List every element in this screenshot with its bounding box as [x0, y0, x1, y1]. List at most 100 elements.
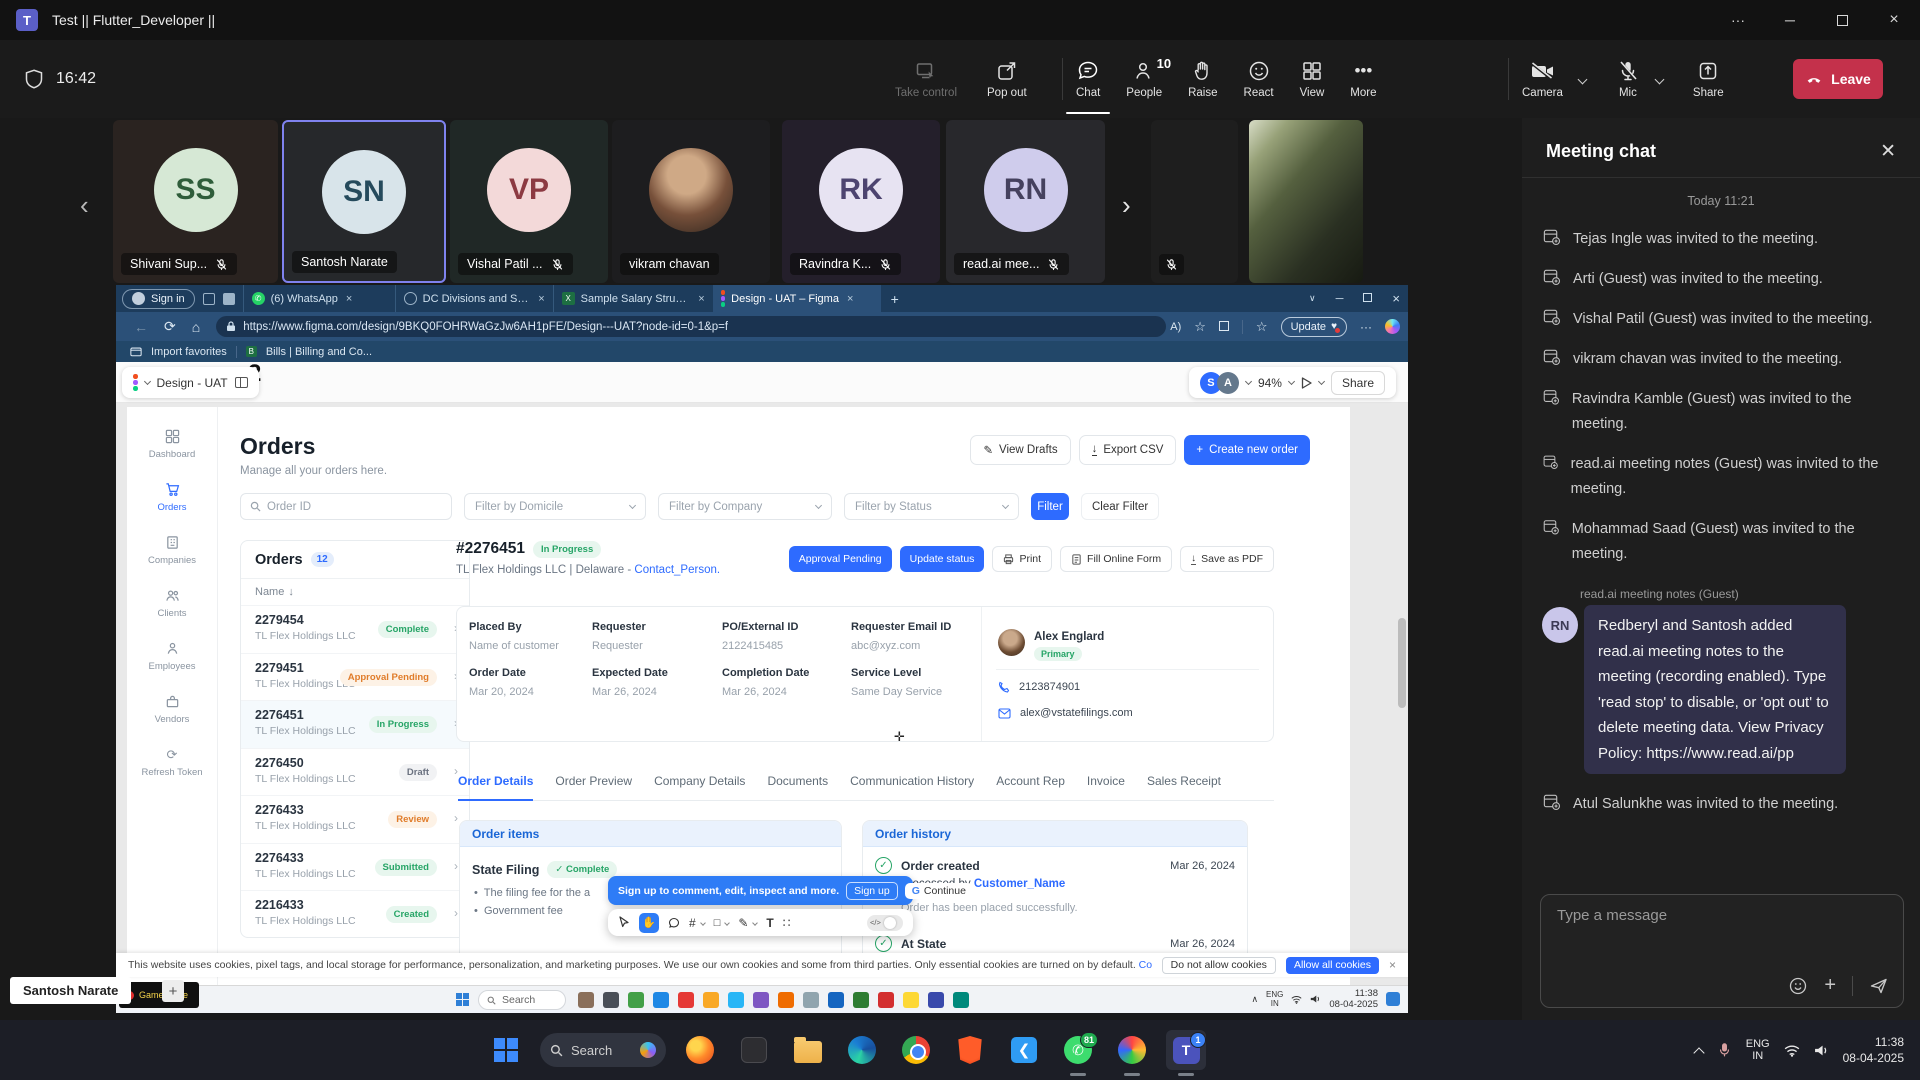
camera-options-chevron[interactable]	[1577, 74, 1587, 84]
shared-taskbar-icon[interactable]	[953, 992, 969, 1008]
canvas-scrollbar[interactable]	[1398, 618, 1406, 708]
tray-expand-icon[interactable]	[1693, 1047, 1704, 1058]
taskbar-edge-icon[interactable]	[842, 1030, 882, 1070]
customer-name-link[interactable]: Customer_Name	[974, 878, 1065, 890]
taskbar-app-icon[interactable]	[734, 1030, 774, 1070]
vertical-tabs-icon[interactable]	[223, 293, 235, 305]
refresh-icon[interactable]: ⟳	[164, 318, 176, 335]
update-status-button[interactable]: Update status	[900, 546, 985, 572]
taskbar-file-explorer-icon[interactable]	[788, 1030, 828, 1070]
shared-taskbar-icon[interactable]	[878, 992, 894, 1008]
taskbar-whatsapp-icon[interactable]: ✆81	[1058, 1030, 1098, 1070]
mic-button[interactable]: Mic	[1616, 40, 1640, 118]
tab-order-preview[interactable]: Order Preview	[555, 768, 632, 800]
shared-start-button[interactable]	[456, 993, 469, 1006]
sign-up-button[interactable]: Sign up	[846, 882, 898, 900]
browser-minimize-icon[interactable]: ─	[1336, 293, 1344, 305]
shared-taskbar-icon[interactable]	[578, 992, 594, 1008]
tab-close-icon[interactable]: ×	[698, 293, 704, 305]
tab-company-details[interactable]: Company Details	[654, 768, 745, 800]
contact-email[interactable]: alex@vstatefilings.com	[1020, 707, 1133, 719]
shared-taskbar-icon[interactable]	[703, 992, 719, 1008]
tab-documents[interactable]: Documents	[767, 768, 828, 800]
shared-taskbar-icon[interactable]	[778, 992, 794, 1008]
collaborators-chevron[interactable]	[1245, 377, 1252, 384]
text-tool-icon[interactable]: T	[766, 916, 773, 930]
tab-order-details[interactable]: Order Details	[458, 768, 533, 801]
browser-menu-icon[interactable]: ···	[1360, 320, 1372, 334]
language-indicator[interactable]: ENGIN	[1746, 1038, 1770, 1062]
chat-input-box[interactable]: +	[1540, 894, 1904, 1008]
shared-notification-icon[interactable]	[1386, 992, 1400, 1006]
leave-button[interactable]: Leave	[1793, 59, 1883, 99]
wifi-icon[interactable]	[1784, 1044, 1800, 1057]
pen-tool-icon[interactable]: ✎	[738, 916, 748, 930]
zoom-chevron[interactable]	[1288, 377, 1295, 384]
camera-button[interactable]: Camera	[1522, 40, 1563, 118]
shared-taskbar-icon[interactable]	[678, 992, 694, 1008]
filter-domicile-select[interactable]: Filter by Domicile	[464, 493, 646, 520]
sidebar-item-dashboard[interactable]: Dashboard	[127, 429, 217, 460]
move-tool-icon[interactable]	[618, 916, 630, 929]
browser-tab[interactable]: DC Divisions and Surroundings×	[395, 285, 553, 312]
shared-taskbar-icon[interactable]	[603, 992, 619, 1008]
strip-prev-arrow[interactable]: ‹	[80, 190, 89, 221]
sidebar-item-clients[interactable]: Clients	[127, 588, 217, 619]
bookmark-label[interactable]: Bills | Billing and Co...	[266, 346, 372, 358]
order-row[interactable]: 2279451TL Flex Holdings LLC Approval Pen…	[241, 654, 469, 702]
tab-search-chevron[interactable]: ∨	[1309, 293, 1316, 304]
taskbar-vscode-icon[interactable]: ❮	[1004, 1030, 1044, 1070]
file-menu-chevron[interactable]	[143, 377, 150, 384]
sidebar-item-employees[interactable]: Employees	[127, 641, 217, 672]
deny-cookies-button[interactable]: Do not allow cookies	[1162, 957, 1276, 974]
chat-button[interactable]: Chat	[1076, 40, 1100, 118]
pen-tool-chevron[interactable]	[753, 920, 759, 926]
tray-chevron-icon[interactable]: ∧	[1251, 994, 1258, 1005]
dev-mode-toggle[interactable]: </>	[867, 915, 903, 931]
participant-tile[interactable]: RN read.ai mee...	[946, 120, 1105, 283]
shared-language-indicator[interactable]: ENGIN	[1266, 990, 1283, 1008]
print-button[interactable]: Print	[992, 546, 1052, 572]
fill-online-form-button[interactable]: Fill Online Form	[1060, 546, 1172, 572]
taskbar-teams-icon[interactable]: T1	[1166, 1030, 1206, 1070]
order-row[interactable]: 2276450TL Flex Holdings LLC Draft›	[241, 749, 469, 797]
tab-sales-receipt[interactable]: Sales Receipt	[1147, 768, 1221, 800]
tab-communication-history[interactable]: Communication History	[850, 768, 974, 800]
view-button[interactable]: View	[1300, 40, 1325, 118]
send-icon[interactable]	[1869, 976, 1889, 996]
sidebar-item-refresh-token[interactable]: ⟳ Refresh Token	[127, 747, 217, 778]
participant-tile[interactable]: RK Ravindra K...	[782, 120, 940, 283]
figma-share-button[interactable]: Share	[1331, 371, 1385, 395]
collaborator-avatar[interactable]: A	[1217, 372, 1239, 394]
participant-tile-video[interactable]	[1249, 120, 1363, 283]
shared-taskbar-icon[interactable]	[753, 992, 769, 1008]
tab-invoice[interactable]: Invoice	[1087, 768, 1125, 800]
google-continue-button[interactable]: GContinue	[905, 883, 973, 899]
frame-tool-icon[interactable]: #	[689, 916, 696, 930]
participant-tile-active-speaker[interactable]: SN Santosh Narate	[282, 120, 446, 283]
sidebar-item-orders[interactable]: Orders	[127, 482, 217, 513]
address-bar[interactable]: https://www.figma.com/design/9BKQ0FOHRWa…	[216, 316, 1166, 337]
people-button[interactable]: 10 People	[1126, 40, 1162, 118]
cookie-close-icon[interactable]: ×	[1389, 958, 1396, 972]
browser-tab-active[interactable]: Design - UAT – Figma×	[713, 285, 881, 312]
copilot-icon[interactable]	[1385, 319, 1400, 334]
shared-taskbar-icon[interactable]	[628, 992, 644, 1008]
import-favorites-label[interactable]: Import favorites	[151, 346, 227, 358]
clear-filter-button[interactable]: Clear Filter	[1081, 493, 1159, 520]
filter-status-select[interactable]: Filter by Status	[844, 493, 1019, 520]
share-button[interactable]: Share	[1693, 40, 1724, 118]
home-icon[interactable]: ⌂	[192, 319, 200, 335]
order-id-search-input[interactable]: Order ID	[240, 493, 452, 520]
browser-close-icon[interactable]: ×	[1392, 291, 1400, 306]
start-button[interactable]	[486, 1030, 526, 1070]
shared-taskbar-icon[interactable]	[653, 992, 669, 1008]
shared-clock[interactable]: 11:3808-04-2025	[1329, 988, 1378, 1010]
contact-phone[interactable]: 2123874901	[1019, 681, 1080, 693]
filter-button[interactable]: Filter	[1031, 493, 1069, 520]
favorites-list-icon[interactable]: ☆	[1256, 319, 1268, 335]
chat-close-icon[interactable]: ✕	[1880, 140, 1896, 163]
shared-taskbar-icon[interactable]	[853, 992, 869, 1008]
tray-mic-icon[interactable]	[1717, 1042, 1732, 1058]
order-row[interactable]: 2216433TL Flex Holdings LLC Created›	[241, 891, 469, 938]
